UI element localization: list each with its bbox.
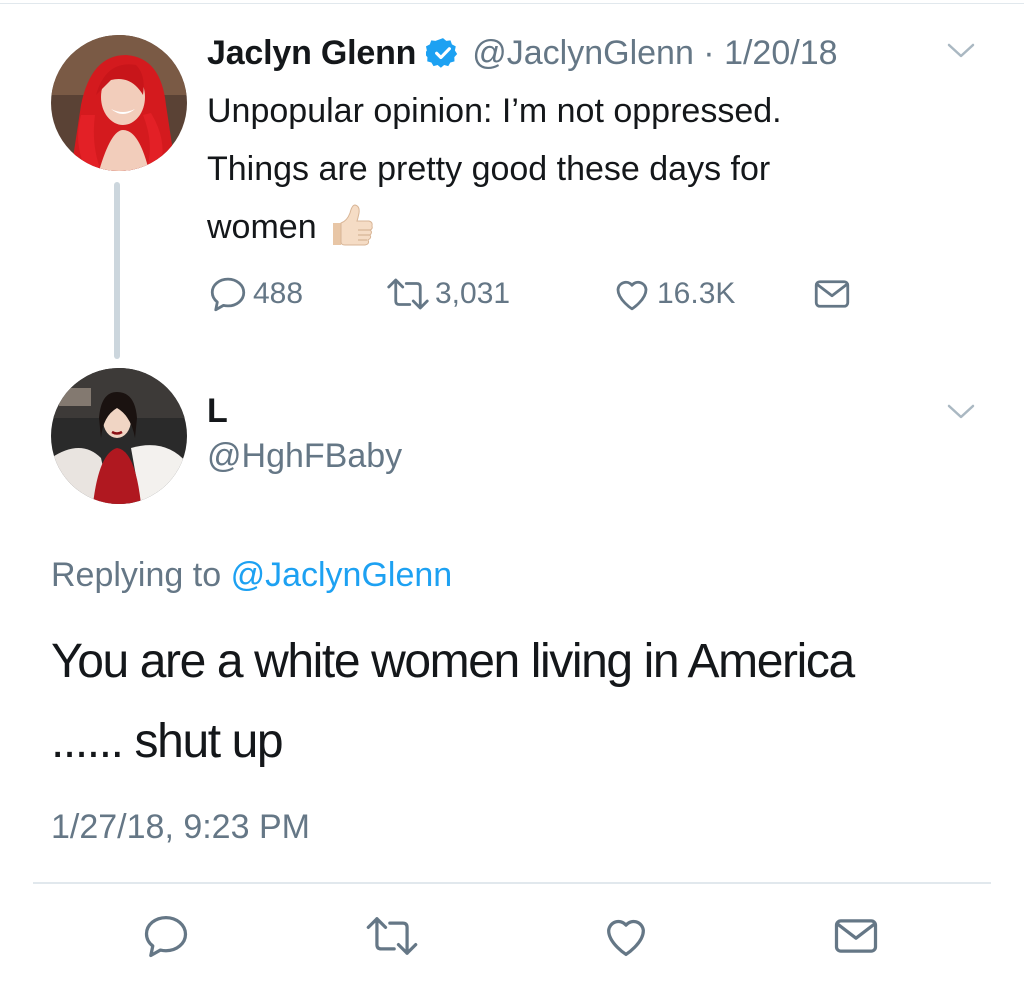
reply-icon bbox=[210, 277, 246, 312]
like-action[interactable]: 16.3K bbox=[611, 272, 735, 316]
retweet-count: 3,031 bbox=[435, 277, 511, 310]
retweet-icon bbox=[366, 917, 418, 955]
reply-author-handle[interactable]: @HghFBaby bbox=[207, 437, 402, 476]
tweet-text-line: ...... shut up bbox=[51, 715, 284, 768]
avatar-photo-red-dress bbox=[51, 368, 187, 504]
direct-message-action[interactable] bbox=[811, 272, 853, 316]
tweet-text-line: women bbox=[207, 198, 967, 256]
retweet-icon bbox=[387, 278, 429, 310]
chevron-down-icon[interactable] bbox=[946, 42, 976, 60]
reply-icon bbox=[144, 915, 188, 958]
replying-to-label: Replying to bbox=[51, 556, 222, 594]
actions-divider bbox=[33, 882, 991, 884]
thread-connector-line bbox=[114, 182, 120, 359]
reply-action[interactable]: 488 bbox=[207, 272, 303, 316]
tweet-timestamp: 1/27/18, 9:23 PM bbox=[51, 808, 310, 846]
replying-to-mention-link[interactable]: @JaclynGlenn bbox=[231, 556, 453, 594]
avatar-l[interactable] bbox=[51, 368, 187, 504]
envelope-icon bbox=[834, 919, 878, 953]
envelope-icon bbox=[814, 280, 850, 308]
parent-tweet-text: Unpopular opinion: I’m not oppressed. Th… bbox=[207, 82, 967, 256]
verified-badge-icon bbox=[426, 38, 458, 68]
retweet-action[interactable]: 3,031 bbox=[385, 272, 510, 316]
reply-tweet-text: You are a white women living in America … bbox=[51, 622, 1001, 782]
avatar-jaclyn[interactable] bbox=[51, 35, 187, 171]
reply-button[interactable] bbox=[138, 908, 194, 964]
like-count: 16.3K bbox=[657, 277, 736, 310]
heart-icon bbox=[607, 919, 645, 957]
top-divider bbox=[0, 3, 1024, 4]
like-button[interactable] bbox=[598, 908, 654, 964]
reply-author-display-name[interactable]: L bbox=[207, 392, 228, 431]
tweet-text-line: Things are pretty good these days for bbox=[207, 150, 771, 188]
parent-tweet-header: Jaclyn Glenn @JaclynGlenn · 1/20/18 bbox=[207, 30, 838, 76]
tweet-text-fragment: women bbox=[207, 208, 317, 246]
author-handle-and-date[interactable]: @JaclynGlenn · 1/20/18 bbox=[472, 34, 837, 73]
reply-count: 488 bbox=[253, 277, 304, 310]
tweet-text-line: You are a white women living in America bbox=[51, 635, 855, 688]
direct-message-button[interactable] bbox=[828, 908, 884, 964]
replying-to-line: Replying to @JaclynGlenn bbox=[51, 556, 452, 595]
author-display-name[interactable]: Jaclyn Glenn bbox=[207, 34, 416, 73]
tweet-text-line: Unpopular opinion: I’m not oppressed. bbox=[207, 92, 782, 130]
thumbs-up-emoji bbox=[332, 204, 373, 246]
chevron-down-icon[interactable] bbox=[946, 403, 976, 421]
avatar-photo-red-hair bbox=[51, 35, 187, 171]
tweet-detail-screen: Jaclyn Glenn @JaclynGlenn · 1/20/18 Unpo… bbox=[0, 0, 1024, 988]
retweet-button[interactable] bbox=[364, 908, 420, 964]
heart-icon bbox=[616, 280, 648, 311]
